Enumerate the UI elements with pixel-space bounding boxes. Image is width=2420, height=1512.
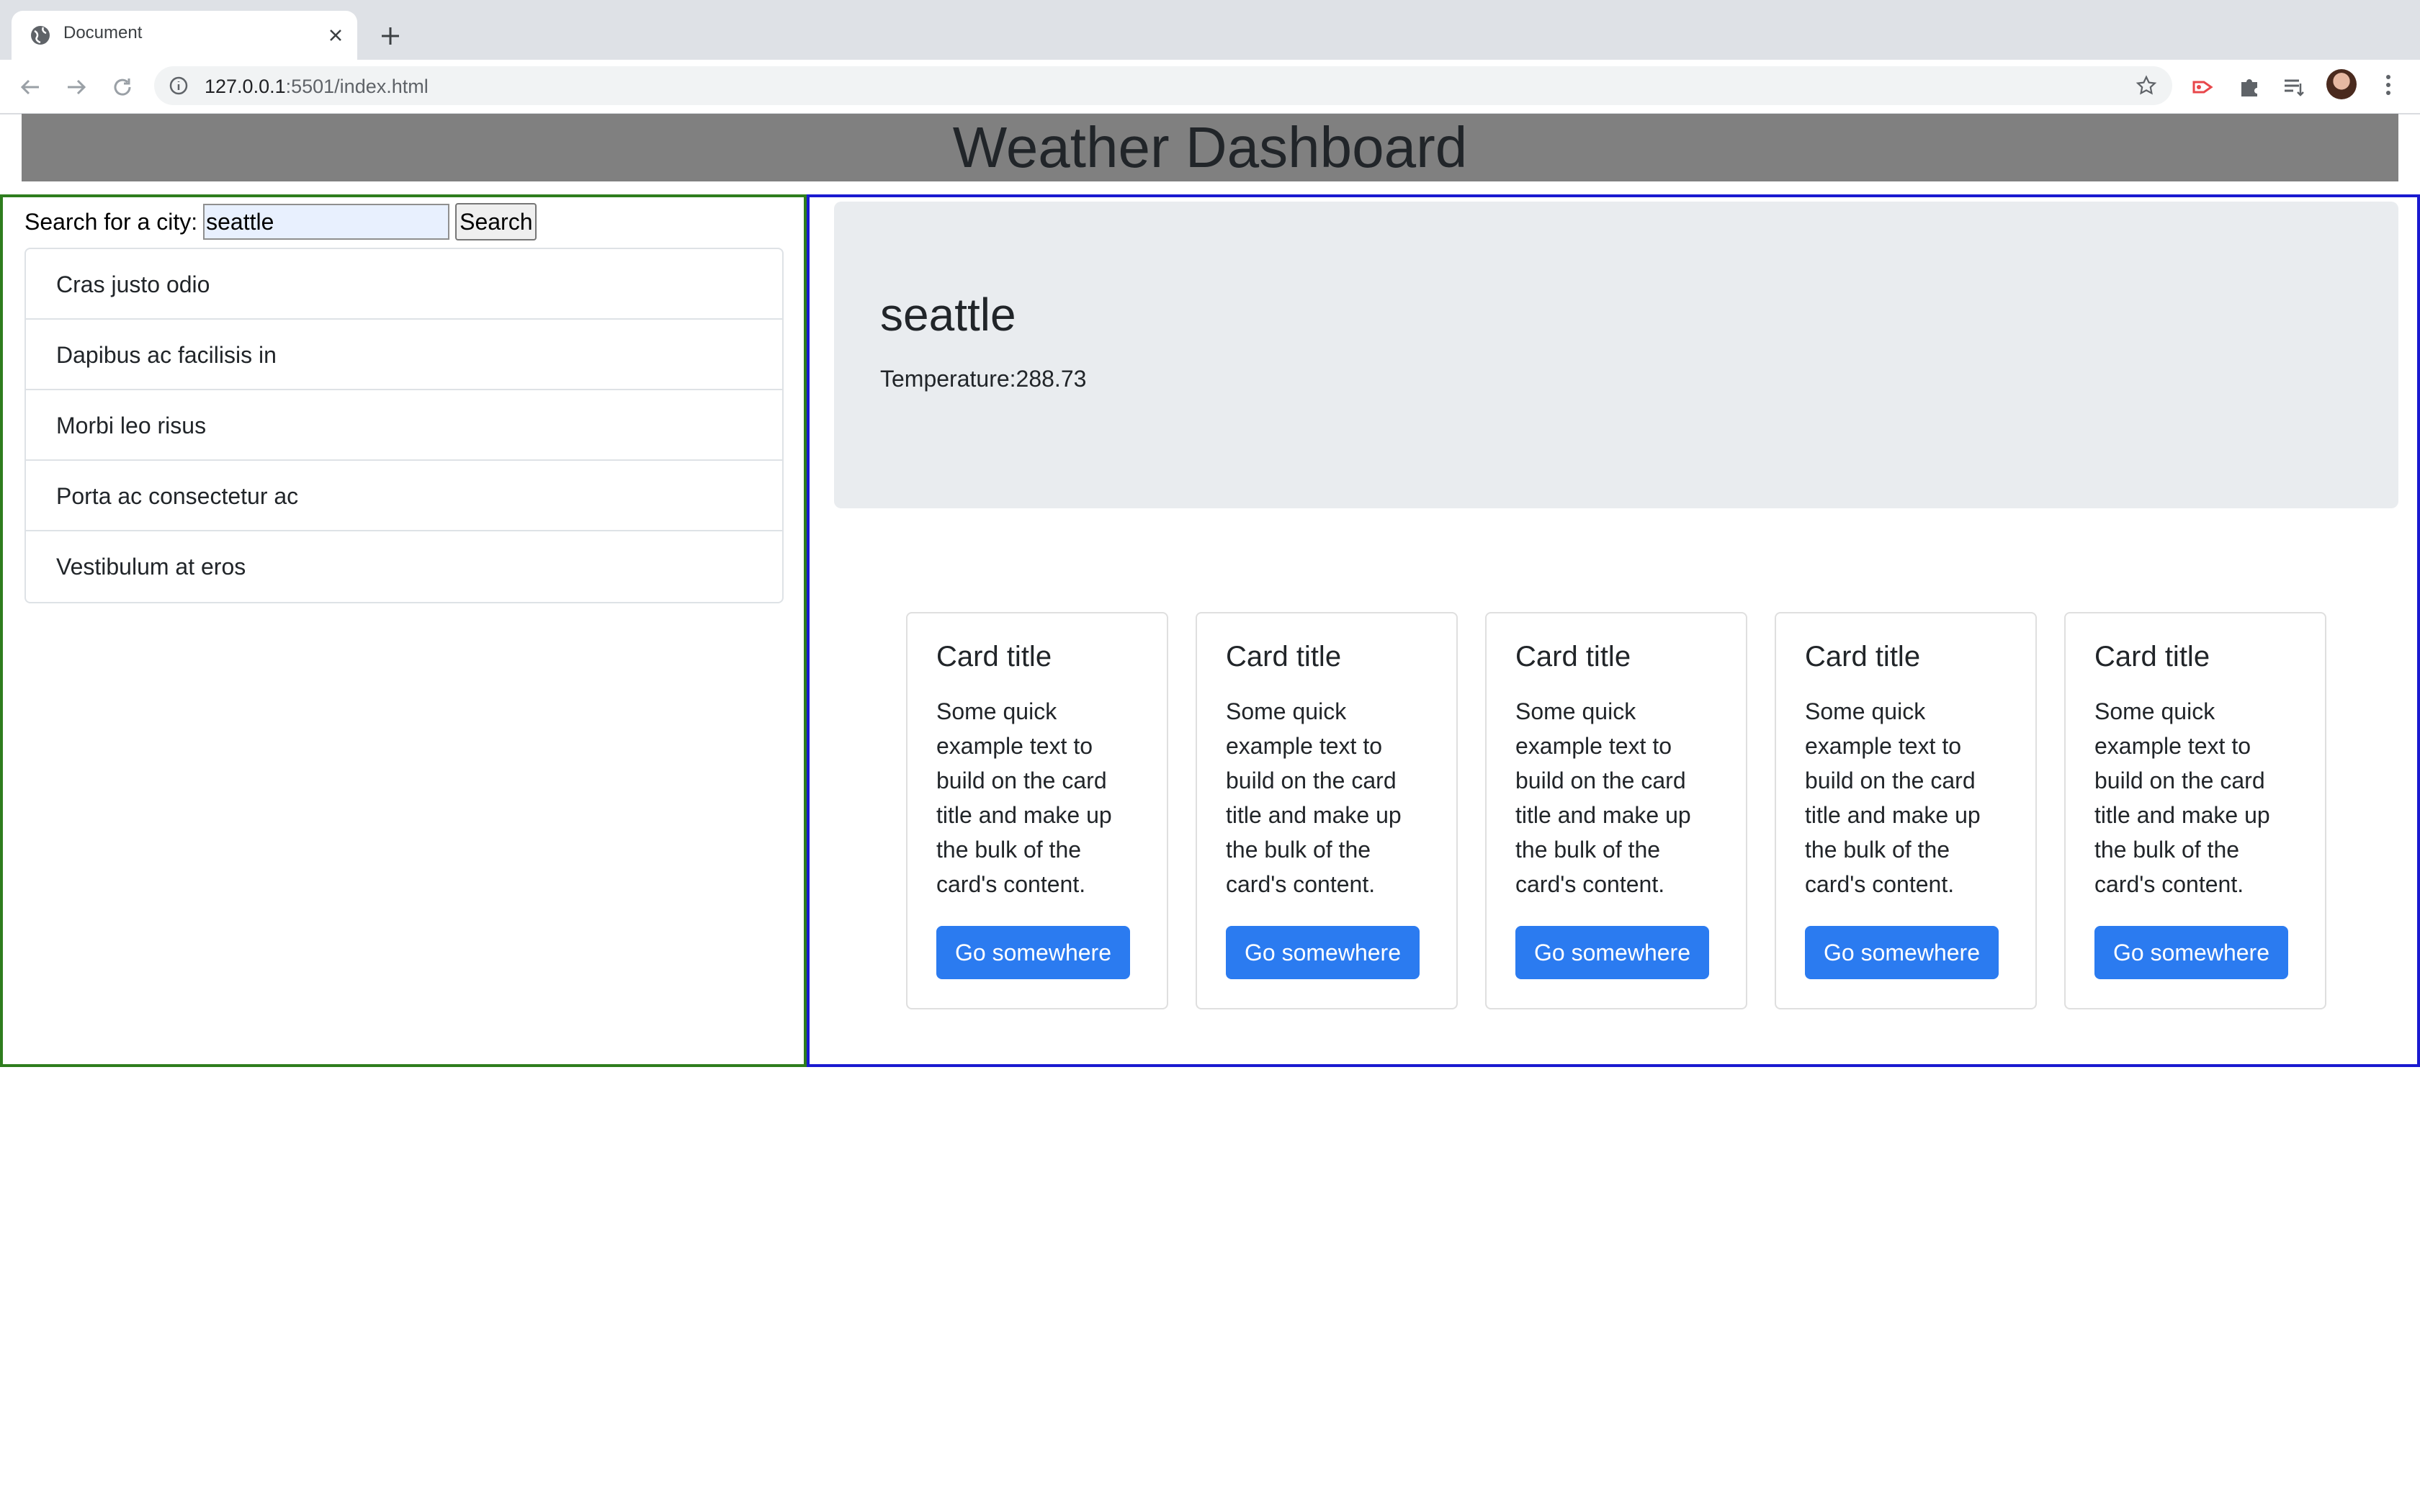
current-weather: seattle Temperature:288.73 [834,202,2398,508]
card-title: Card title [1226,641,1342,672]
city-list-item[interactable]: Morbi leo risus [26,390,782,461]
reading-list-icon[interactable] [2280,73,2308,101]
info-icon[interactable] [169,76,189,96]
forecast-card: Card title Some quick example text to bu… [2064,612,2326,1009]
extensions-puzzle-icon[interactable] [2236,73,2263,101]
go-somewhere-button[interactable]: Go somewhere [1805,926,1999,979]
search-label: Search for a city: [24,208,198,235]
search-button[interactable]: Search [455,203,537,240]
extension-red-icon[interactable] [2190,73,2217,101]
profile-avatar[interactable] [2326,69,2357,99]
temperature-label: Temperature: [880,366,1016,392]
card-text: Some quick example text to build on the … [1805,698,1981,897]
card-text: Some quick example text to build on the … [2094,698,2270,897]
go-somewhere-button[interactable]: Go somewhere [1515,926,1709,979]
page-header: Weather Dashboard [22,114,2398,181]
browser-toolbar: 127.0.0.1:5501/index.html [0,60,2420,114]
card-title: Card title [936,641,1052,672]
card-title: Card title [2094,641,2210,672]
city-search-input[interactable] [203,204,450,240]
browser-tab[interactable]: Document [12,11,357,60]
browser-tabstrip: Document [0,0,2420,60]
card-text: Some quick example text to build on the … [1226,698,1402,897]
url-host: 127.0.0.1 [205,76,286,97]
city-list-item[interactable]: Porta ac consectetur ac [26,461,782,531]
current-city-name: seattle [880,289,1016,341]
city-list-item[interactable]: Vestibulum at eros [26,531,782,602]
card-title: Card title [1515,641,1631,672]
card-title: Card title [1805,641,1921,672]
tab-title: Document [63,23,143,42]
go-somewhere-button[interactable]: Go somewhere [1226,926,1420,979]
reload-icon[interactable] [109,74,135,100]
close-tab-icon[interactable] [324,24,347,47]
url-path: :5501/index.html [285,76,429,97]
forecast-card: Card title Some quick example text to bu… [1485,612,1747,1009]
new-tab-icon[interactable] [376,22,405,50]
go-somewhere-button[interactable]: Go somewhere [936,926,1130,979]
search-panel: Search for a city: Search Cras justo odi… [0,194,807,1067]
back-arrow-icon[interactable] [17,74,43,100]
city-list-item[interactable]: Cras justo odio [26,249,782,320]
url-text: 127.0.0.1:5501/index.html [205,76,429,98]
globe-icon [31,26,50,45]
forward-arrow-icon[interactable] [63,74,89,100]
city-history-list: Cras justo odio Dapibus ac facilisis in … [24,248,784,603]
card-text: Some quick example text to build on the … [936,698,1112,897]
forecast-card: Card title Some quick example text to bu… [1196,612,1458,1009]
go-somewhere-button[interactable]: Go somewhere [2094,926,2288,979]
card-text: Some quick example text to build on the … [1515,698,1691,897]
address-bar[interactable]: 127.0.0.1:5501/index.html [154,66,2172,105]
current-temperature: Temperature:288.73 [880,366,1086,392]
page-title: Weather Dashboard [952,115,1468,179]
bookmark-star-icon[interactable] [2135,74,2158,97]
weather-panel: seattle Temperature:288.73 Card title So… [807,194,2420,1067]
forecast-card: Card title Some quick example text to bu… [906,612,1168,1009]
city-list-item[interactable]: Dapibus ac facilisis in [26,320,782,390]
temperature-value: 288.73 [1016,366,1087,392]
forecast-card: Card title Some quick example text to bu… [1775,612,2037,1009]
browser-menu-icon[interactable] [2381,72,2396,98]
search-form: Search for a city: Search [24,200,537,243]
